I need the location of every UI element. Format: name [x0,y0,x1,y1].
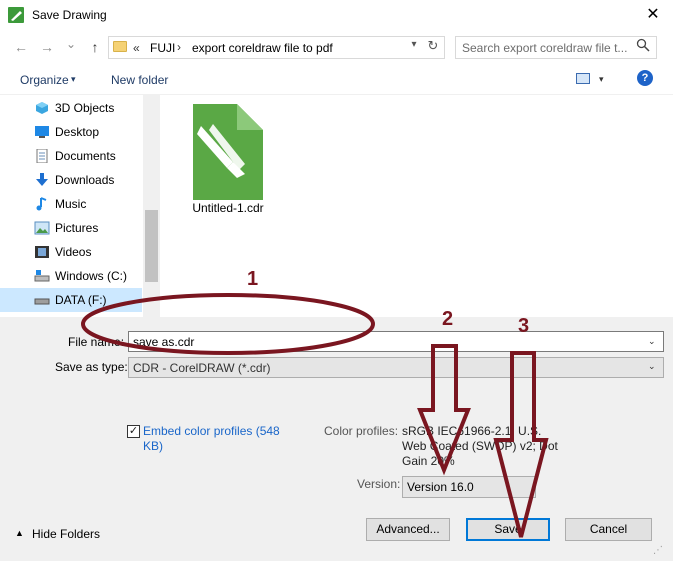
breadcrumb-item-fuji[interactable]: FUJI [150,41,175,55]
file-name-label: Untitled-1.cdr [192,201,264,215]
new-folder-button[interactable]: New folder [111,73,168,87]
change-view-icon[interactable] [576,73,590,84]
sidebar-item-downloads[interactable]: Downloads [0,168,140,192]
desktop-icon [34,125,50,139]
coreldraw-file-icon [193,104,263,200]
folder-icon [113,41,127,52]
sidebar-item-windows-c[interactable]: Windows (C:) [0,264,140,288]
view-options-caret-icon[interactable]: ▾ [599,74,604,85]
nav-pane-scrollbar[interactable] [143,95,160,317]
scrollbar-thumb[interactable] [145,210,158,282]
file-name-label: File name: [68,335,125,349]
color-profiles-value: sRGB IEC61966-2.1; U.S. Web Coated (SWOP… [402,424,558,468]
save-as-type-select[interactable]: CDR - CorelDRAW (*.cdr) [128,357,664,378]
file-name-input[interactable]: save as.cdr [128,331,664,352]
resize-grip-icon[interactable]: ⋰ [653,545,663,556]
version-select[interactable]: Version 16.0 [402,476,536,498]
advanced-button[interactable]: Advanced... [366,518,450,541]
coreldraw-app-icon [8,7,24,23]
window-title: Save Drawing [32,8,107,22]
music-icon [34,197,50,211]
address-dropdown-chevron-icon[interactable]: ▾ [407,39,421,50]
version-label: Version: [357,477,401,491]
pictures-icon [34,221,50,235]
save-button[interactable]: Save [466,518,550,541]
help-icon[interactable]: ? [637,70,653,86]
sidebar-item-music[interactable]: Music [0,192,140,216]
drive-icon [34,269,50,283]
close-icon[interactable]: ✕ [640,4,666,26]
drive-icon [34,293,50,307]
download-icon [34,173,50,187]
hide-folders-caret-icon[interactable]: ▲ [15,528,24,538]
forward-arrow-icon[interactable]: → [38,39,56,55]
breadcrumb-item-current-folder[interactable]: export coreldraw file to pdf [192,41,333,55]
embed-color-profiles-checkbox[interactable]: ✓ [127,425,140,438]
breadcrumb-overflow[interactable]: « [133,41,140,55]
recent-locations-chevron-icon[interactable]: ⌄ [62,36,80,52]
sidebar-item-data-f[interactable]: DATA (F:) [0,288,142,312]
sidebar-item-desktop[interactable]: Desktop [0,120,140,144]
refresh-icon[interactable]: ↻ [425,38,441,54]
search-input[interactable]: Search export coreldraw file t... [455,36,657,59]
videos-icon [34,245,50,259]
command-toolbar [0,63,673,95]
breadcrumb-separator-chevron-icon[interactable]: › [177,40,181,54]
sidebar-item-pictures[interactable]: Pictures [0,216,140,240]
organize-menu-button[interactable]: Organize [20,73,69,87]
sidebar-item-documents[interactable]: Documents [0,144,140,168]
file-name-dropdown-chevron-icon[interactable]: ⌄ [648,336,656,347]
sidebar-item-3d-objects[interactable]: 3D Objects [0,96,140,120]
cube-icon [34,101,50,115]
up-arrow-icon[interactable]: ↑ [86,39,104,55]
embed-color-profiles-label[interactable]: Embed color profiles (548 KB) [143,424,293,454]
cancel-button[interactable]: Cancel [565,518,652,541]
sidebar-item-videos[interactable]: Videos [0,240,140,264]
documents-icon [34,148,50,164]
color-profiles-label: Color profiles: [324,424,399,438]
organize-caret-icon[interactable]: ▾ [71,74,76,85]
save-as-type-chevron-icon[interactable]: ⌄ [648,361,656,372]
back-arrow-icon[interactable]: ← [12,39,30,55]
save-as-type-label: Save as type: [55,360,128,374]
search-icon[interactable] [635,38,651,56]
hide-folders-button[interactable]: Hide Folders [32,527,100,541]
